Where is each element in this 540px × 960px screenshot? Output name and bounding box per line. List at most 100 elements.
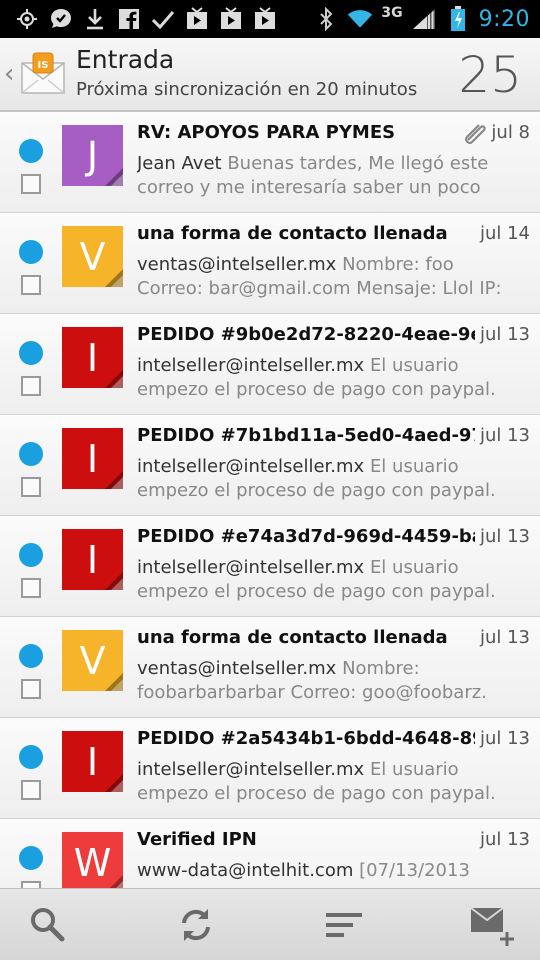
avatar-letter: I [86, 335, 99, 380]
avatar[interactable]: I [62, 428, 123, 489]
message-row[interactable]: I PEDIDO #7b1bd11a-5ed0-4aed-97b jul 13 … [0, 415, 540, 516]
message-sender: www-data@intelhit.com [137, 860, 354, 881]
message-preview: ventas@intelseller.mx Nombre: foo Correo… [137, 253, 522, 303]
message-sender: intelseller@intelseller.mx [137, 456, 365, 477]
youtube-icon [218, 6, 244, 32]
search-icon [31, 907, 65, 941]
sort-icon [326, 912, 362, 937]
message-subject: PEDIDO #e74a3d7d-969d-4459-baf [137, 526, 475, 547]
message-date: jul 8 [491, 122, 530, 143]
facebook-icon [116, 6, 142, 32]
avatar[interactable]: I [62, 327, 123, 388]
avatar[interactable]: W [62, 832, 123, 888]
youtube-icon [184, 6, 210, 32]
clock: 9:20 [478, 6, 530, 32]
message-sender: ventas@intelseller.mx [137, 254, 337, 275]
select-checkbox[interactable] [21, 578, 41, 598]
message-subject: una forma de contacto llenada [137, 627, 448, 648]
youtube-icon [252, 6, 278, 32]
wifi-icon [347, 6, 373, 32]
gps-icon [14, 6, 40, 32]
bluetooth-icon [313, 6, 339, 32]
unread-count: 25 [458, 46, 522, 104]
avatar-letter: I [86, 436, 99, 481]
select-checkbox[interactable] [21, 881, 41, 888]
mail-app-icon[interactable]: IS [20, 51, 66, 97]
select-checkbox[interactable] [21, 174, 41, 194]
search-button[interactable] [24, 901, 72, 949]
unread-indicator [19, 846, 43, 870]
avatar-letter: V [79, 234, 106, 279]
unread-indicator [19, 644, 43, 668]
message-subject: PEDIDO #9b0e2d72-8220-4eae-9ea [137, 324, 475, 345]
message-preview: intelseller@intelseller.mx El usuario em… [137, 758, 522, 808]
compose-button[interactable] [468, 901, 516, 949]
refresh-icon [182, 908, 210, 941]
up-chevron-icon[interactable]: ‹ [4, 61, 16, 87]
battery-icon [445, 6, 471, 32]
message-row[interactable]: W Verified IPN jul 13 www-data@intelhit.… [0, 819, 540, 888]
message-preview: intelseller@intelseller.mx El usuario em… [137, 556, 522, 606]
message-preview: intelseller@intelseller.mx El usuario em… [137, 455, 522, 505]
message-row[interactable]: J RV: APOYOS PARA PYMES jul 8 Jean Avet … [0, 112, 540, 213]
folder-header[interactable]: Entrada Próxima sincronización en 20 min… [76, 45, 417, 103]
sync-status: Próxima sincronización en 20 minutos [76, 79, 418, 100]
message-list[interactable]: J RV: APOYOS PARA PYMES jul 8 Jean Avet … [0, 112, 540, 888]
message-preview: www-data@intelhit.com [07/13/2013 [137, 859, 522, 888]
avatar[interactable]: V [62, 226, 123, 287]
message-snippet: [07/13/2013 [359, 860, 470, 881]
message-date: jul 13 [479, 324, 530, 345]
compose-icon [470, 906, 514, 946]
unread-indicator [19, 240, 43, 264]
select-checkbox[interactable] [21, 679, 41, 699]
avatar[interactable]: V [62, 630, 123, 691]
select-checkbox[interactable] [21, 275, 41, 295]
message-date: jul 13 [479, 425, 530, 446]
notification-icons [0, 0, 278, 38]
message-subject: PEDIDO #7b1bd11a-5ed0-4aed-97b [137, 425, 475, 446]
select-checkbox[interactable] [21, 376, 41, 396]
message-subject: Verified IPN [137, 829, 257, 850]
refresh-button[interactable] [172, 901, 220, 949]
message-subject: PEDIDO #2a5434b1-6bdd-4648-89c [137, 728, 475, 749]
check-icon [150, 6, 176, 32]
attachment-icon [460, 118, 490, 148]
avatar-letter: I [86, 537, 99, 582]
bottom-action-bar [0, 888, 540, 960]
message-sender: ventas@intelseller.mx [137, 658, 337, 679]
message-preview: Jean Avet Buenas tardes, Me llegó este c… [137, 152, 522, 202]
unread-indicator [19, 139, 43, 163]
avatar[interactable]: I [62, 731, 123, 792]
action-bar: ‹ IS Entrada Próxima sincronización en 2… [0, 38, 540, 112]
select-checkbox[interactable] [21, 780, 41, 800]
message-date: jul 13 [479, 829, 530, 850]
unread-indicator [19, 442, 43, 466]
message-row[interactable]: I PEDIDO #e74a3d7d-969d-4459-baf jul 13 … [0, 516, 540, 617]
network-type: 3G [381, 5, 403, 21]
avatar[interactable]: I [62, 529, 123, 590]
unread-indicator [19, 543, 43, 567]
signal-icon [411, 6, 437, 32]
avatar-letter: I [86, 739, 99, 784]
download-icon [82, 6, 108, 32]
unread-indicator [19, 745, 43, 769]
avatar-letter: J [86, 133, 99, 178]
message-date: jul 13 [479, 526, 530, 547]
message-preview: intelseller@intelseller.mx El usuario em… [137, 354, 522, 404]
message-sender: Jean Avet [137, 153, 222, 174]
message-row[interactable]: V una forma de contacto llenada jul 13 v… [0, 617, 540, 718]
message-date: jul 14 [479, 223, 530, 244]
system-icons: 3G 9:20 [313, 0, 540, 38]
message-row[interactable]: I PEDIDO #2a5434b1-6bdd-4648-89c jul 13 … [0, 718, 540, 819]
message-row[interactable]: I PEDIDO #9b0e2d72-8220-4eae-9ea jul 13 … [0, 314, 540, 415]
message-subject: RV: APOYOS PARA PYMES [137, 122, 396, 143]
select-checkbox[interactable] [21, 477, 41, 497]
message-row[interactable]: V una forma de contacto llenada jul 14 v… [0, 213, 540, 314]
message-date: jul 13 [479, 728, 530, 749]
avatar[interactable]: J [62, 125, 123, 186]
message-sender: intelseller@intelseller.mx [137, 355, 365, 376]
message-sender: intelseller@intelseller.mx [137, 557, 365, 578]
avatar-letter: V [79, 638, 106, 683]
sort-button[interactable] [320, 901, 368, 949]
message-sender: intelseller@intelseller.mx [137, 759, 365, 780]
